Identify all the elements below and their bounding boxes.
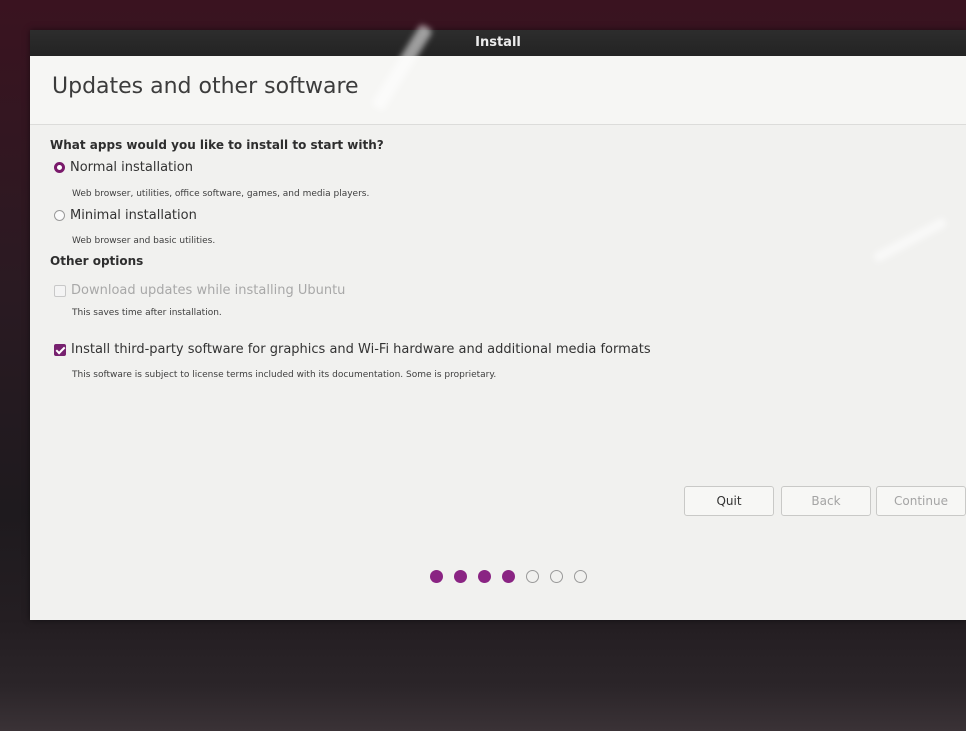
back-button[interactable]: Back (781, 486, 871, 516)
checkbox-unchecked-icon[interactable] (54, 284, 66, 297)
quit-button[interactable]: Quit (684, 486, 774, 516)
radio-checked-icon[interactable] (54, 162, 65, 173)
third-party-software-label: Install third-party software for graphic… (71, 342, 651, 357)
window-title: Install (475, 35, 521, 50)
page-title: Updates and other software (52, 74, 359, 99)
download-updates-checkbox[interactable]: Download updates while installing Ubuntu (54, 283, 345, 298)
progress-dot-filled (502, 570, 515, 583)
download-updates-label: Download updates while installing Ubuntu (71, 283, 346, 298)
minimal-installation-label: Minimal installation (70, 208, 197, 223)
apps-section-heading: What apps would you like to install to s… (50, 138, 384, 152)
page-header: Updates and other software (30, 56, 966, 125)
other-options-heading: Other options (50, 254, 144, 268)
continue-button[interactable]: Continue (876, 486, 966, 516)
progress-dot-filled (430, 570, 443, 583)
minimal-installation-description: Web browser and basic utilities. (72, 236, 216, 246)
progress-dots (430, 570, 587, 583)
progress-dot-empty (574, 570, 587, 583)
third-party-software-checkbox[interactable]: Install third-party software for graphic… (54, 342, 651, 357)
screen-bezel (0, 620, 966, 731)
minimal-installation-radio[interactable]: Minimal installation (54, 208, 197, 223)
normal-installation-label: Normal installation (70, 160, 193, 175)
progress-dot-empty (550, 570, 563, 583)
window-titlebar: Install (30, 30, 966, 56)
progress-dot-filled (454, 570, 467, 583)
installer-window: Install Updates and other software What … (30, 30, 966, 620)
third-party-software-description: This software is subject to license term… (72, 370, 497, 380)
radio-unchecked-icon[interactable] (54, 210, 65, 221)
download-updates-description: This saves time after installation. (72, 308, 222, 318)
normal-installation-radio[interactable]: Normal installation (54, 160, 193, 175)
checkbox-checked-icon[interactable] (54, 343, 66, 356)
progress-dot-empty (526, 570, 539, 583)
progress-dot-filled (478, 570, 491, 583)
normal-installation-description: Web browser, utilities, office software,… (72, 189, 370, 199)
